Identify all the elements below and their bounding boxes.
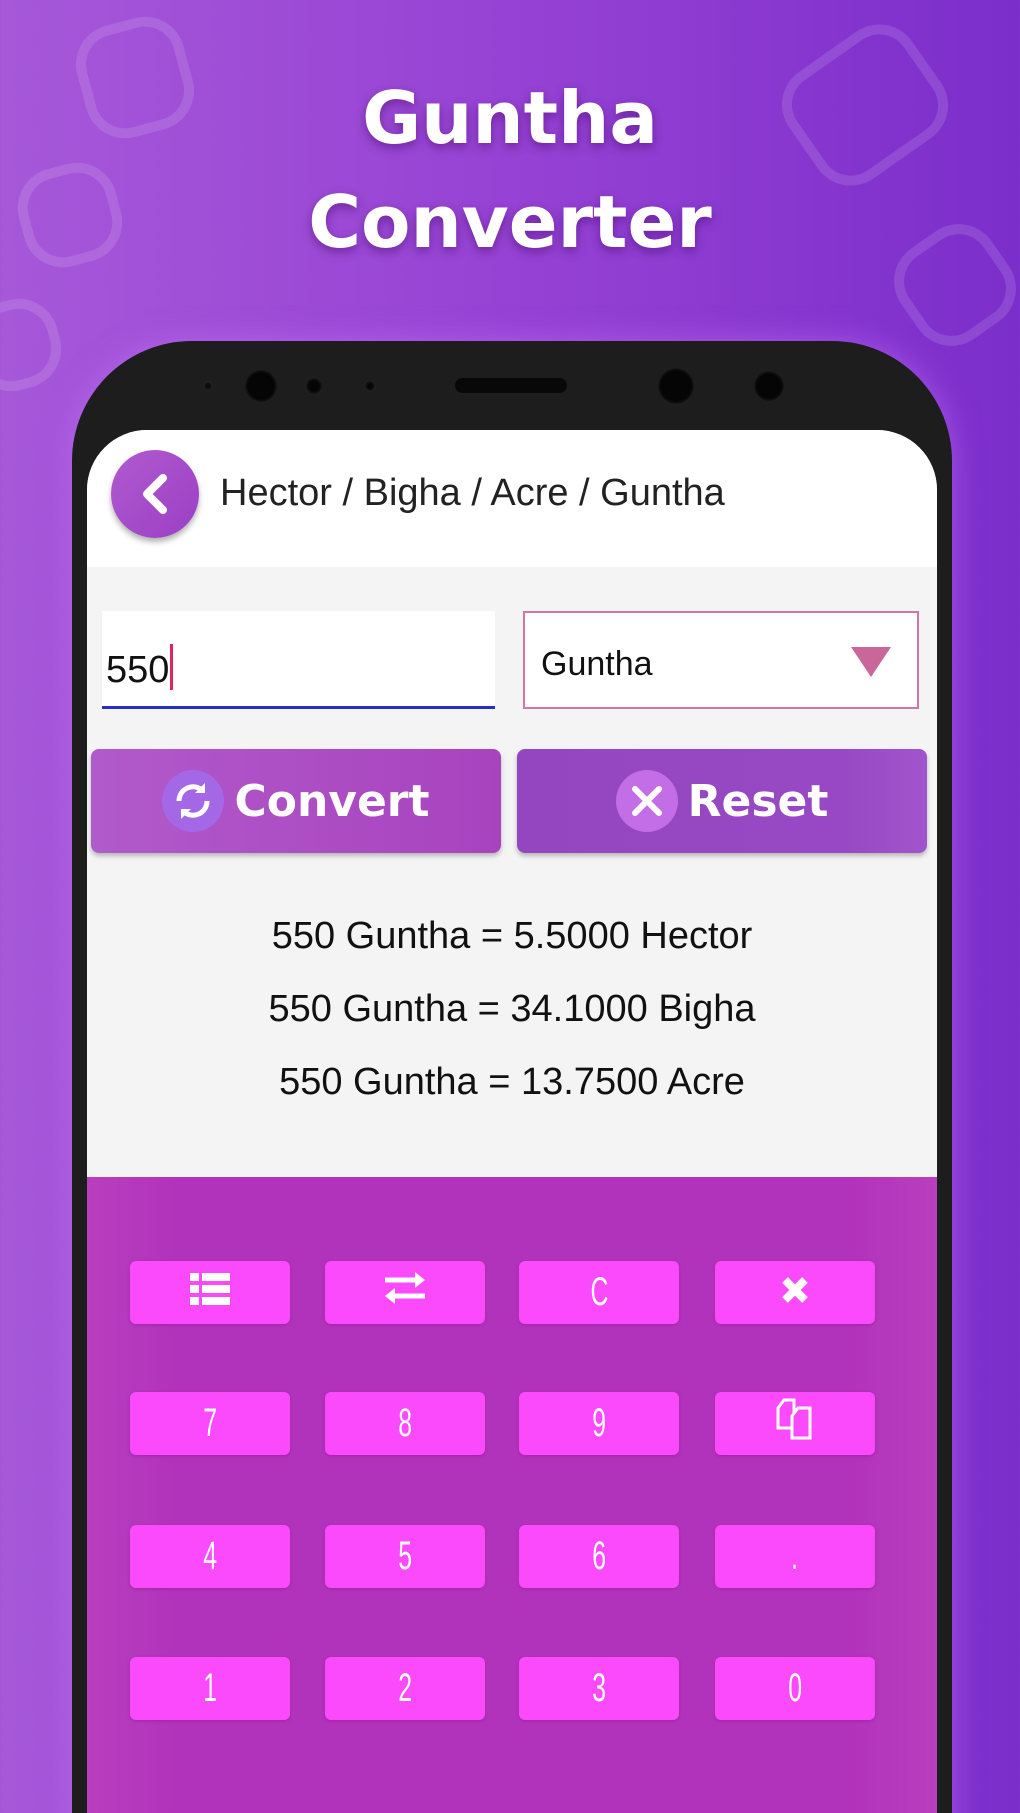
- results-list: 550 Guntha = 5.5000 Hector 550 Guntha = …: [87, 900, 937, 1119]
- key-8[interactable]: 8: [325, 1392, 485, 1455]
- speaker-grille: [455, 378, 567, 393]
- key-7[interactable]: 7: [130, 1392, 290, 1455]
- key-label: 1: [203, 1666, 217, 1710]
- promo-title-line1: Guntha: [362, 76, 658, 160]
- key-label: 8: [398, 1401, 412, 1445]
- reset-button[interactable]: Reset: [517, 749, 927, 853]
- key-1[interactable]: 1: [130, 1657, 290, 1720]
- text-caret: [170, 644, 174, 690]
- list-icon: [190, 1270, 230, 1315]
- page-title: Hector / Bigha / Acre / Guntha: [220, 472, 725, 514]
- close-icon: [615, 770, 678, 832]
- camera-icon: [657, 367, 695, 405]
- key-label: 9: [592, 1401, 606, 1445]
- convert-button[interactable]: Convert: [91, 749, 501, 853]
- copy-icon: [774, 1398, 816, 1450]
- key-3[interactable]: 3: [519, 1657, 679, 1720]
- value-input[interactable]: 550: [102, 611, 495, 709]
- dropdown-arrow-icon: [851, 647, 891, 677]
- convert-label: Convert: [234, 775, 430, 827]
- key-label: 4: [203, 1534, 217, 1578]
- refresh-icon: [162, 770, 225, 832]
- key-4[interactable]: 4: [130, 1525, 290, 1588]
- key-label: 7: [203, 1401, 217, 1445]
- key-copy[interactable]: [715, 1392, 875, 1455]
- key-c[interactable]: C: [519, 1261, 679, 1324]
- app-header: Hector / Bigha / Acre / Guntha: [87, 430, 937, 567]
- key-label: 3: [592, 1666, 606, 1710]
- result-hector: 550 Guntha = 5.5000 Hector: [271, 915, 753, 957]
- key-label: C: [590, 1270, 608, 1314]
- key-label: 2: [398, 1666, 412, 1710]
- key-9[interactable]: 9: [519, 1392, 679, 1455]
- key-dot[interactable]: .: [715, 1525, 875, 1588]
- camera-icon: [753, 370, 785, 402]
- key-6[interactable]: 6: [519, 1525, 679, 1588]
- key-5[interactable]: 5: [325, 1525, 485, 1588]
- unit-dropdown[interactable]: Guntha: [523, 611, 919, 709]
- key-swap[interactable]: [325, 1261, 485, 1324]
- back-button[interactable]: [111, 450, 199, 538]
- input-value: 550: [106, 649, 170, 691]
- sensor-icon: [364, 380, 376, 392]
- swap-icon: [383, 1270, 427, 1315]
- key-label: 0: [788, 1666, 802, 1710]
- close-icon: [780, 1270, 810, 1315]
- key-label: .: [791, 1534, 799, 1578]
- app-screen: Hector / Bigha / Acre / Guntha 550 Gunth…: [87, 430, 937, 1813]
- promo-title-line2: Converter: [308, 180, 712, 264]
- key-label: 5: [398, 1534, 412, 1578]
- tape-measure-decoration: [0, 289, 71, 401]
- key-close[interactable]: [715, 1261, 875, 1324]
- camera-icon: [244, 369, 278, 403]
- key-0[interactable]: 0: [715, 1657, 875, 1720]
- reset-label: Reset: [687, 775, 829, 827]
- result-acre: 550 Guntha = 13.7500 Acre: [279, 1061, 745, 1103]
- result-bigha: 550 Guntha = 34.1000 Bigha: [268, 988, 756, 1030]
- sensor-icon: [305, 377, 323, 395]
- sensor-icon: [203, 381, 213, 391]
- keypad: C 7 8 9 4 5 6. 1 2 3 0: [87, 1177, 937, 1813]
- chevron-left-icon: [143, 474, 167, 514]
- key-list[interactable]: [130, 1261, 290, 1324]
- key-2[interactable]: 2: [325, 1657, 485, 1720]
- unit-selected: Guntha: [541, 645, 653, 683]
- key-label: 6: [592, 1534, 606, 1578]
